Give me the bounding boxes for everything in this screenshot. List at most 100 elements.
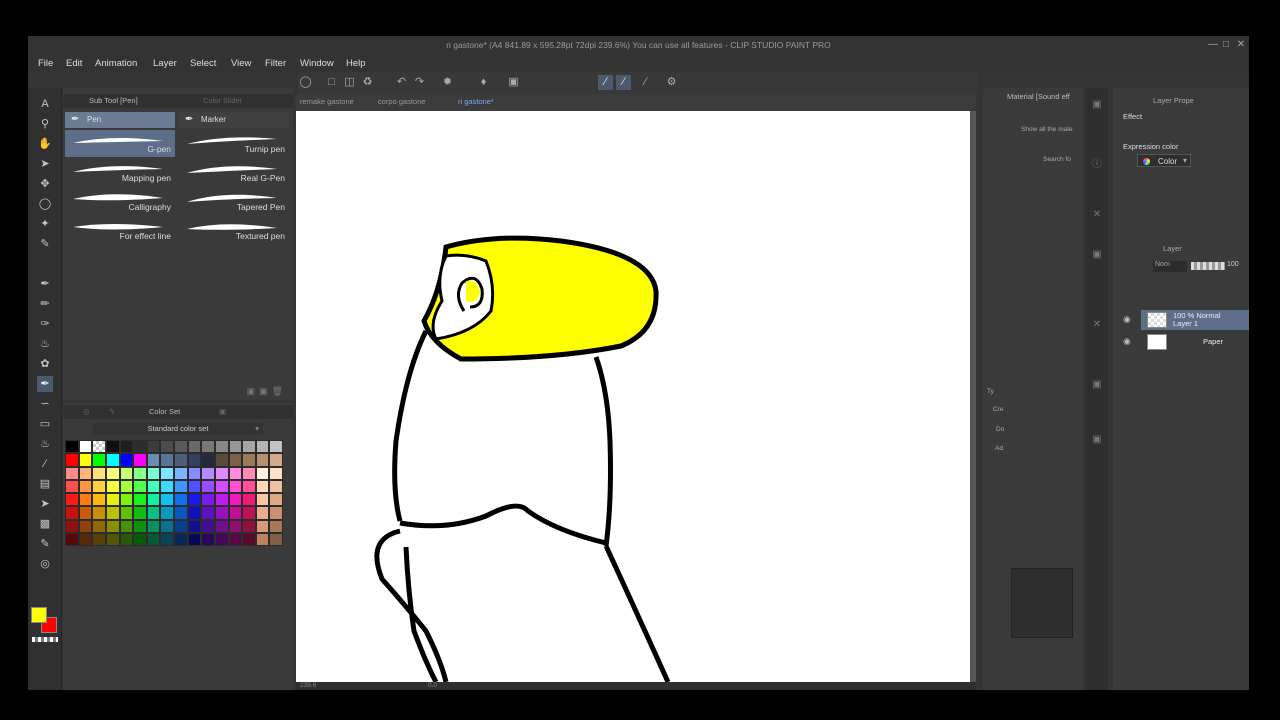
color-swatch[interactable] xyxy=(187,466,202,480)
color-swatch[interactable] xyxy=(187,506,202,520)
document-tab[interactable]: corpo gastone xyxy=(378,97,426,106)
maximize-icon[interactable]: □ xyxy=(1219,38,1233,52)
color-swatch[interactable] xyxy=(269,493,283,507)
color-swatch[interactable] xyxy=(133,519,147,534)
hand-tool-icon[interactable]: ✋ xyxy=(37,136,53,152)
color-swatch[interactable] xyxy=(269,533,283,547)
pen-active-tool-icon[interactable]: ✒ xyxy=(37,376,53,392)
color-swatch[interactable] xyxy=(78,533,93,547)
line-tool-icon[interactable]: ∕ xyxy=(37,456,53,472)
transform-icon[interactable]: ▣ xyxy=(506,75,521,90)
snap-ruler-icon[interactable]: ∕ xyxy=(598,75,613,90)
color-swatch[interactable] xyxy=(146,506,161,520)
color-swatch[interactable] xyxy=(105,533,120,547)
color-swatch[interactable] xyxy=(174,479,188,494)
main-color-swatch[interactable] xyxy=(31,607,47,623)
correct-line-tool-icon[interactable]: ✎ xyxy=(37,536,53,552)
color-swatch[interactable] xyxy=(78,506,93,520)
color-swatch[interactable] xyxy=(119,479,134,494)
color-swatch[interactable] xyxy=(187,533,202,547)
angle-value[interactable]: 0.0 xyxy=(428,682,437,689)
color-swatch[interactable] xyxy=(65,466,79,480)
color-swatch[interactable] xyxy=(269,519,283,534)
show-all-materials[interactable]: Show all the mate xyxy=(1021,126,1073,133)
group-tab-marker[interactable]: ✒ Marker xyxy=(179,112,289,128)
color-swatch[interactable] xyxy=(187,493,202,507)
color-swatch[interactable] xyxy=(146,493,161,507)
color-swatch[interactable] xyxy=(160,493,174,507)
create-button[interactable]: Cre xyxy=(993,406,1003,413)
color-swatch[interactable] xyxy=(65,453,79,467)
clear-icon[interactable]: ✹ xyxy=(440,75,455,90)
color-swatch[interactable] xyxy=(65,533,79,547)
selection-tool-icon[interactable]: ◯ xyxy=(37,196,53,212)
color-swatch[interactable] xyxy=(105,466,120,480)
download-button[interactable]: Do xyxy=(996,426,1004,433)
color-swatch[interactable] xyxy=(146,479,161,494)
open-file-icon[interactable]: ◫ xyxy=(342,75,357,90)
color-swatch[interactable] xyxy=(269,466,283,480)
color-swatch[interactable] xyxy=(146,453,161,467)
color-swatch[interactable] xyxy=(119,533,134,547)
color-swatch[interactable] xyxy=(92,493,106,507)
color-swatch[interactable] xyxy=(119,453,134,467)
zoom-tool-icon[interactable]: ⚲ xyxy=(37,116,53,132)
color-swatch[interactable] xyxy=(160,466,174,480)
info-icon[interactable]: ⓘ xyxy=(1090,158,1104,172)
eraser-tool-icon[interactable]: ▭ xyxy=(37,416,53,432)
menu-select[interactable]: Select xyxy=(190,58,216,69)
color-swatch[interactable] xyxy=(160,479,174,494)
color-swatch[interactable] xyxy=(105,506,120,520)
color-swatch[interactable] xyxy=(255,440,270,454)
color-swatch[interactable] xyxy=(92,533,106,547)
save-icon[interactable]: ♻ xyxy=(360,75,375,90)
color-swatch[interactable] xyxy=(255,533,270,547)
color-swatch[interactable] xyxy=(214,493,229,507)
brush-textured-pen[interactable]: Textured pen xyxy=(179,217,289,244)
menu-layer[interactable]: Layer xyxy=(153,58,177,69)
color-swatch[interactable] xyxy=(242,493,256,507)
menu-animation[interactable]: Animation xyxy=(95,58,137,69)
brush-tool-icon[interactable]: ✑ xyxy=(37,316,53,332)
transparent-color-swatch[interactable] xyxy=(32,637,58,642)
color-swatch[interactable] xyxy=(201,453,215,467)
color-swatch[interactable] xyxy=(133,453,147,467)
snap-special-ruler-icon[interactable]: ∕ xyxy=(616,75,631,90)
menu-filter[interactable]: Filter xyxy=(265,58,286,69)
color-swatch[interactable] xyxy=(269,506,283,520)
animation-icon[interactable]: ▣ xyxy=(1090,378,1104,392)
brush-calligraphy[interactable]: Calligraphy xyxy=(65,188,175,215)
color-swatch[interactable] xyxy=(160,519,174,534)
timeline-icon[interactable]: ▣ xyxy=(1090,433,1104,447)
opacity-slider[interactable] xyxy=(1191,262,1225,270)
color-swatch[interactable] xyxy=(78,479,93,494)
color-swatch[interactable] xyxy=(242,479,256,494)
color-swatch[interactable] xyxy=(146,533,161,547)
color-swatch[interactable] xyxy=(174,493,188,507)
subtool-panel-actions[interactable]: ▣▣🗑 xyxy=(247,386,287,397)
color-swatch[interactable] xyxy=(201,440,215,454)
menu-file[interactable]: File xyxy=(38,58,53,69)
color-swatch[interactable] xyxy=(228,519,243,534)
color-swatch[interactable] xyxy=(146,519,161,534)
color-swatch[interactable] xyxy=(133,479,147,494)
frame-tool-icon[interactable]: ▤ xyxy=(37,476,53,492)
navigator-icon[interactable]: ▣ xyxy=(1090,98,1104,112)
undo-icon[interactable]: ↶ xyxy=(394,75,409,90)
color-swatch[interactable] xyxy=(78,440,93,454)
material-tab[interactable]: Material [Sound eff xyxy=(1007,92,1070,101)
new-file-icon[interactable]: □ xyxy=(324,75,339,90)
opacity-value[interactable]: 100 xyxy=(1227,261,1239,268)
color-swatch[interactable] xyxy=(160,533,174,547)
search-label[interactable]: Search fo xyxy=(1043,156,1071,163)
close-icon[interactable]: ✕ xyxy=(1234,38,1248,52)
color-swatch[interactable] xyxy=(242,440,256,454)
pen-tool-icon[interactable]: ✒ xyxy=(37,276,53,292)
color-swatch[interactable] xyxy=(214,440,229,454)
color-swatch[interactable] xyxy=(105,493,120,507)
color-swatch[interactable] xyxy=(214,453,229,467)
color-swatch[interactable] xyxy=(242,466,256,480)
brush-turnip-pen[interactable]: Turnip pen xyxy=(179,130,289,157)
eye-icon[interactable]: ◉ xyxy=(1123,314,1131,325)
text-tool-icon[interactable]: A xyxy=(37,96,53,112)
